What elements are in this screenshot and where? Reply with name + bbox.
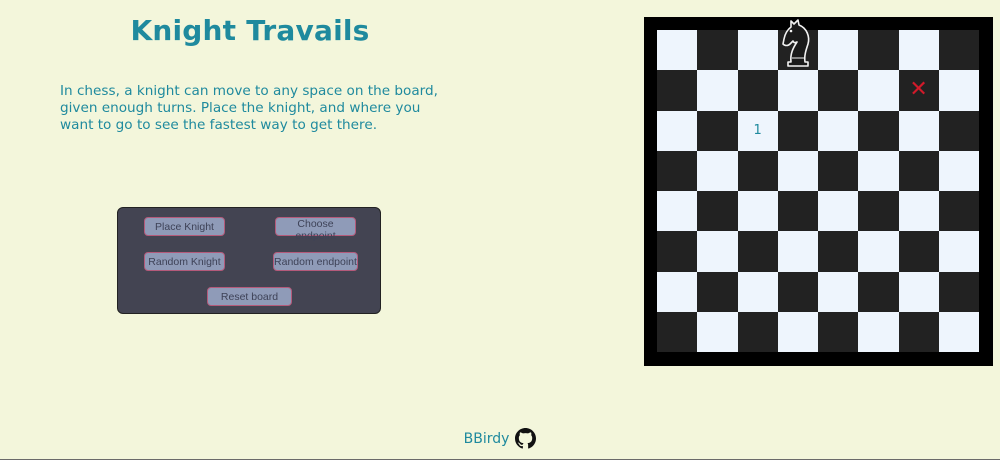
github-icon[interactable] [515,428,537,449]
board-square-c8[interactable] [737,30,778,71]
board-square-b3[interactable] [697,231,738,272]
board-square-d7[interactable] [777,70,818,111]
board-square-d4[interactable] [777,191,818,232]
board-square-e7[interactable] [818,70,859,111]
board-square-a5[interactable] [657,150,698,191]
board-square-d3[interactable] [777,231,818,272]
board-square-d5[interactable] [777,150,818,191]
board-square-g3[interactable] [898,231,939,272]
controls-panel: Place Knight Choose endpoint Random Knig… [117,207,381,314]
random-endpoint-button[interactable]: Random endpoint [273,252,358,271]
board-square-g1[interactable] [898,311,939,352]
knight-icon [780,18,816,74]
board-square-d8[interactable] [777,19,818,71]
board-square-g4[interactable] [898,191,939,232]
board-square-d2[interactable] [777,271,818,312]
board-square-g5[interactable] [898,150,939,191]
board-square-e1[interactable] [818,311,859,352]
board-square-e4[interactable] [818,191,859,232]
board-square-a6[interactable] [657,110,698,151]
board-square-f3[interactable] [858,231,899,272]
board-square-a2[interactable] [657,271,698,312]
board-square-h1[interactable] [938,311,979,352]
board-square-h7[interactable] [938,70,979,111]
choose-endpoint-button[interactable]: Choose endpoint [275,217,356,242]
board-square-b5[interactable] [697,150,738,191]
board-square-f8[interactable] [858,30,899,71]
board-square-c5[interactable] [737,150,778,191]
board-square-g2[interactable] [898,271,939,312]
path-step-label: 1 [753,123,762,139]
board-square-b1[interactable] [697,311,738,352]
endpoint-x-icon: ✕ [909,77,928,103]
random-knight-button[interactable]: Random Knight [144,252,225,271]
board-square-f1[interactable] [858,311,899,352]
board-square-c1[interactable] [737,311,778,352]
board-square-h4[interactable] [938,191,979,232]
board-square-b2[interactable] [697,271,738,312]
board-square-d1[interactable] [777,311,818,352]
board-square-h2[interactable] [938,271,979,312]
board-square-c7[interactable] [737,70,778,111]
board-square-g7[interactable]: ✕ [898,70,939,111]
board-square-h6[interactable] [938,110,979,151]
board-square-a4[interactable] [657,191,698,232]
board-square-a7[interactable] [657,70,698,111]
board-square-f6[interactable] [858,110,899,151]
board-square-a3[interactable] [657,231,698,272]
chess-board: ✕ 1 [657,19,979,352]
place-knight-button[interactable]: Place Knight [144,217,225,236]
board-square-h8[interactable] [938,30,979,71]
board-square-f4[interactable] [858,191,899,232]
board-square-b8[interactable] [697,30,738,71]
board-square-b7[interactable] [697,70,738,111]
board-square-c3[interactable] [737,231,778,272]
board-square-e2[interactable] [818,271,859,312]
board-square-e6[interactable] [818,110,859,151]
board-square-d6[interactable] [777,110,818,151]
board-square-g8[interactable] [898,30,939,71]
board-square-b6[interactable] [697,110,738,151]
board-square-f7[interactable] [858,70,899,111]
board-square-a8[interactable] [657,30,698,71]
board-square-e5[interactable] [818,150,859,191]
board-square-e8[interactable] [818,30,859,71]
board-square-b4[interactable] [697,191,738,232]
board-square-c2[interactable] [737,271,778,312]
reset-board-button[interactable]: Reset board [207,287,292,306]
board-square-h5[interactable] [938,150,979,191]
board-square-f5[interactable] [858,150,899,191]
board-square-g6[interactable] [898,110,939,151]
board-square-c6[interactable]: 1 [737,110,778,151]
author-link[interactable]: BBirdy [464,431,510,447]
board-square-f2[interactable] [858,271,899,312]
board-square-c4[interactable] [737,191,778,232]
intro-text: In chess, a knight can move to any space… [60,83,438,133]
footer: BBirdy [0,428,1000,449]
board-square-e3[interactable] [818,231,859,272]
board-square-h3[interactable] [938,231,979,272]
board-square-a1[interactable] [657,311,698,352]
page-title: Knight Travails [130,14,370,47]
